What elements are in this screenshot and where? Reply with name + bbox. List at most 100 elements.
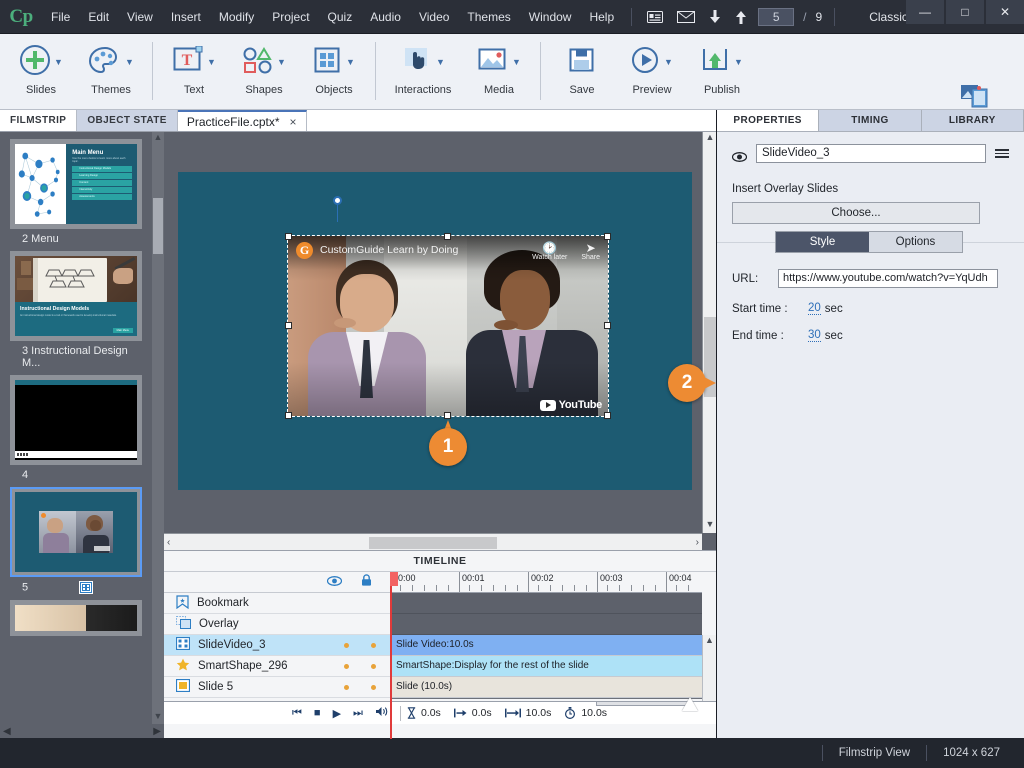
chevron-down-icon[interactable]: ▼	[664, 57, 673, 67]
maximize-button[interactable]: □	[946, 0, 984, 24]
lock-icon[interactable]	[361, 573, 372, 591]
ribbon-text-button[interactable]: T ▼ Text	[159, 34, 229, 96]
timeline-zoom-knob[interactable]	[682, 697, 698, 711]
chevron-down-icon[interactable]: ▼	[346, 57, 355, 67]
scroll-right-icon[interactable]: ›	[696, 537, 699, 548]
ribbon-shapes-button[interactable]: ▼ Shapes	[229, 34, 299, 96]
chevron-down-icon[interactable]: ▼	[512, 57, 521, 67]
resize-handle-w[interactable]	[285, 322, 292, 329]
resize-handle-ne[interactable]	[604, 233, 611, 240]
scroll-up-icon[interactable]: ▲	[703, 132, 717, 146]
stage-vertical-scrollbar[interactable]: ▲ ▼	[702, 132, 716, 533]
document-tab[interactable]: PracticeFile.cptx* ×	[177, 110, 307, 131]
eye-icon[interactable]	[731, 149, 748, 162]
watch-later-button[interactable]: 🕑 Watch later	[532, 242, 567, 261]
visibility-dot[interactable]	[344, 684, 349, 690]
list-item[interactable]: 5	[0, 487, 152, 600]
menu-edit[interactable]: Edit	[79, 6, 118, 28]
ribbon-interactions-button[interactable]: ▼ Interactions	[382, 34, 464, 96]
filmstrip-panel[interactable]: Main Menu Use the menu below to learn mo…	[0, 132, 164, 738]
menu-insert[interactable]: Insert	[162, 6, 210, 28]
menu-file[interactable]: File	[42, 6, 79, 28]
download-icon[interactable]	[702, 8, 728, 26]
filmstrip-scrollbar[interactable]: ▲ ▼	[152, 132, 164, 724]
chevron-down-icon[interactable]: ▼	[125, 57, 134, 67]
menu-view[interactable]: View	[118, 6, 162, 28]
tab-style[interactable]: Style	[776, 232, 869, 252]
timeline-row-toggles[interactable]	[344, 642, 376, 648]
upload-icon[interactable]	[728, 8, 754, 26]
chevron-down-icon[interactable]: ▼	[277, 57, 286, 67]
menu-window[interactable]: Window	[520, 6, 581, 28]
track-bookmark[interactable]	[390, 593, 702, 614]
menu-modify[interactable]: Modify	[210, 6, 263, 28]
ribbon-objects-button[interactable]: ▼ Objects	[299, 34, 369, 96]
lock-dot[interactable]	[371, 663, 376, 669]
close-icon[interactable]: ×	[290, 115, 297, 129]
youtube-watermark[interactable]: YouTube	[539, 399, 602, 411]
end-time-value[interactable]: 30	[808, 329, 821, 342]
scroll-right-icon[interactable]: ▶	[153, 726, 161, 737]
timeline-row-overlay[interactable]: Overlay	[164, 614, 390, 635]
resize-handle-se[interactable]	[604, 412, 611, 419]
play-button[interactable]: ▶	[327, 707, 347, 720]
tab-filmstrip[interactable]: FILMSTRIP	[0, 110, 78, 131]
ribbon-media-button[interactable]: ▼ Media	[464, 34, 534, 96]
timeline-row-smartshape[interactable]: SmartShape_296	[164, 656, 390, 677]
mail-icon[interactable]	[670, 9, 702, 25]
ribbon-slides-button[interactable]: ▼ Slides	[6, 34, 76, 96]
menu-themes[interactable]: Themes	[458, 6, 519, 28]
ribbon-preview-button[interactable]: ▼ Preview	[617, 34, 687, 96]
scroll-up-icon[interactable]: ▲	[152, 132, 164, 145]
resize-handle-sw[interactable]	[285, 412, 292, 419]
chevron-down-icon[interactable]: ▼	[207, 57, 216, 67]
filmstrip-horizontal-scrollbar[interactable]: ◀ ▶	[0, 724, 164, 738]
chevron-down-icon[interactable]: ▼	[734, 57, 743, 67]
go-to-start-button[interactable]: ⏮	[286, 707, 308, 720]
panel-menu-icon[interactable]	[995, 149, 1009, 158]
playhead-handle[interactable]	[390, 572, 398, 586]
timeline-row-toggles[interactable]	[344, 663, 376, 669]
notes-icon[interactable]	[640, 9, 670, 25]
tab-properties[interactable]: PROPERTIES	[717, 110, 820, 131]
timeline-row-slide5[interactable]: Slide 5	[164, 677, 390, 698]
track-overlay[interactable]	[390, 614, 702, 635]
ribbon-themes-button[interactable]: ▼ Themes	[76, 34, 146, 96]
lock-dot[interactable]	[371, 684, 376, 690]
choose-button[interactable]: Choose...	[732, 202, 980, 224]
close-button[interactable]: ✕	[986, 0, 1024, 24]
slide-canvas[interactable]: G CustomGuide Learn by Doing 🕑 Watch lat…	[178, 172, 692, 490]
stage-horizontal-scrollbar[interactable]: ‹ ›	[164, 533, 702, 550]
scroll-left-icon[interactable]: ‹	[167, 537, 170, 548]
visibility-dot[interactable]	[344, 642, 349, 648]
youtube-video-object[interactable]: G CustomGuide Learn by Doing 🕑 Watch lat…	[287, 235, 609, 417]
rotation-handle[interactable]	[333, 196, 342, 205]
ribbon-publish-button[interactable]: ▼ Publish	[687, 34, 757, 96]
resize-handle-n[interactable]	[444, 233, 451, 240]
tab-options[interactable]: Options	[869, 232, 962, 252]
scroll-down-icon[interactable]: ▼	[152, 711, 164, 724]
resize-handle-s[interactable]	[444, 412, 451, 419]
timeline-row-toggles[interactable]	[344, 684, 376, 690]
scroll-left-icon[interactable]: ◀	[3, 726, 11, 737]
tab-timing[interactable]: TIMING	[819, 110, 922, 131]
resize-handle-e[interactable]	[604, 322, 611, 329]
status-view-mode[interactable]: Filmstrip View	[821, 745, 926, 761]
tab-object-state[interactable]: OBJECT STATE	[77, 110, 178, 131]
slide-thumbnail-frame-selected[interactable]	[10, 487, 142, 577]
filmstrip-scroll-thumb[interactable]	[153, 198, 163, 254]
current-slide-input[interactable]: 5	[758, 7, 795, 26]
stop-button[interactable]: ■	[308, 707, 327, 719]
timeline-ruler[interactable]: 00:00 00:01 00:02 00:03 00:04	[390, 572, 702, 593]
track-smartshape[interactable]: SmartShape:Display for the rest of the s…	[390, 656, 702, 677]
menu-help[interactable]: Help	[580, 6, 623, 28]
share-button[interactable]: ➤ Share	[581, 242, 600, 261]
slide-thumbnail-frame[interactable]: Instructional Design Models An instructi…	[10, 251, 142, 341]
slide-thumbnail-frame[interactable]	[10, 600, 142, 636]
object-name-input[interactable]: SlideVideo_3	[756, 144, 986, 163]
playhead[interactable]	[390, 572, 392, 739]
resize-handle-nw[interactable]	[285, 233, 292, 240]
go-to-end-button[interactable]: ⏭	[347, 707, 369, 720]
menu-quiz[interactable]: Quiz	[319, 6, 362, 28]
url-input[interactable]: https://www.youtube.com/watch?v=YqUdh	[778, 269, 998, 288]
